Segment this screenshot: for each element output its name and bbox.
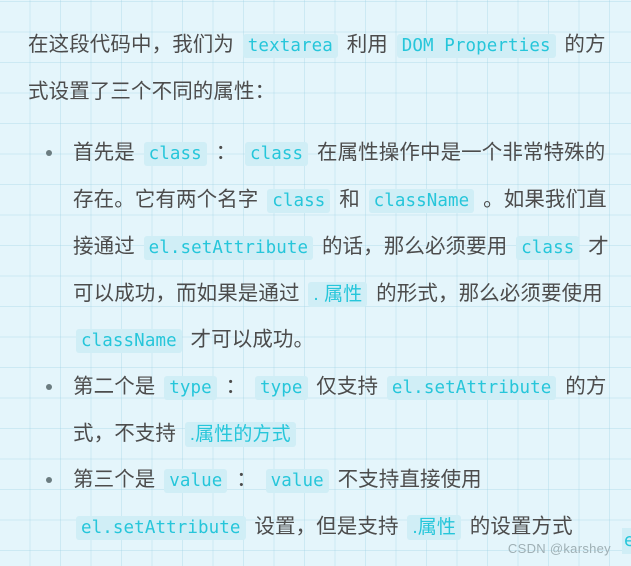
list-item: 首先是 class ： class 在属性操作中是一个非常特殊的存在。它有两个名… bbox=[46, 130, 623, 364]
bullet2-text-3: 仅支持 bbox=[316, 375, 379, 398]
bullet2-code-type-1: type bbox=[164, 376, 217, 400]
clipped-code-text: el bbox=[622, 528, 631, 554]
bullet3-code-value-2: value bbox=[265, 469, 329, 493]
bullet3-text-5: 的设置方式 bbox=[469, 515, 573, 538]
bullet2-text-1: 第二个是 bbox=[73, 375, 156, 398]
code-dom-properties: DOM Properties bbox=[396, 34, 556, 58]
bullet3-text-3: 不支持直接使用 bbox=[337, 468, 482, 491]
bullet2-code-setattribute: el.setAttribute bbox=[386, 376, 557, 400]
bullet1-code-setattribute: el.setAttribute bbox=[143, 236, 314, 260]
attribute-list: 首先是 class ： class 在属性操作中是一个非常特殊的存在。它有两个名… bbox=[28, 130, 623, 551]
list-item: 第二个是 type ： type 仅支持 el.setAttribute 的方式… bbox=[46, 364, 623, 457]
bullet3-code-dot-property: .属性 bbox=[407, 515, 461, 540]
bullet1-text-4: 和 bbox=[339, 188, 360, 211]
bullet1-code-class-1: class bbox=[143, 142, 207, 166]
bullet1-code-class-2: class bbox=[245, 142, 309, 166]
bullet1-text-6: 的话，那么必须要用 bbox=[321, 235, 508, 258]
bullet3-text-1: 第三个是 bbox=[73, 468, 156, 491]
bullet2-code-type-2: type bbox=[254, 376, 308, 400]
bullet-dot-icon bbox=[46, 477, 52, 483]
bullet1-text-2: ： bbox=[215, 141, 237, 164]
bullet1-text-9: 才可以成功。 bbox=[190, 328, 315, 351]
watermark: CSDN @karshey bbox=[507, 541, 611, 556]
bullet1-code-classname-1: className bbox=[368, 189, 475, 213]
bullet1-text-1: 首先是 bbox=[73, 141, 135, 164]
bullet3-text-2: ： bbox=[236, 468, 257, 491]
clipped-code-fragment: el bbox=[622, 528, 631, 554]
bullet2-text-2: ： bbox=[225, 375, 247, 398]
bullet1-text-8: 的形式，那么必须要使用 bbox=[376, 282, 603, 305]
intro-text-1: 在这段代码中，我们为 bbox=[28, 33, 234, 56]
bullet3-code-setattribute: el.setAttribute bbox=[76, 516, 246, 540]
code-textarea: textarea bbox=[242, 34, 338, 58]
article-canvas: 在这段代码中，我们为 textarea 利用 DOM Properties 的方… bbox=[0, 0, 631, 566]
bullet-dot-icon bbox=[46, 384, 52, 390]
bullet3-text-4: 设置，但是支持 bbox=[254, 515, 399, 538]
article-content: 在这段代码中，我们为 textarea 利用 DOM Properties 的方… bbox=[0, 0, 631, 551]
bullet-dot-icon bbox=[46, 150, 52, 156]
bullet3-code-value-1: value bbox=[164, 469, 228, 493]
bullet2-code-dot-property-way: .属性的方式 bbox=[184, 422, 296, 447]
bullet1-code-class-3: class bbox=[267, 189, 331, 213]
bullet1-code-dot-property: . 属性 bbox=[308, 282, 368, 307]
bullet1-code-class-4: class bbox=[516, 236, 580, 260]
list-item: 第三个是 value ： value 不支持直接使用 el.setAttribu… bbox=[46, 457, 623, 551]
intro-paragraph: 在这段代码中，我们为 textarea 利用 DOM Properties 的方… bbox=[28, 22, 623, 114]
intro-text-2: 利用 bbox=[346, 33, 388, 56]
bullet1-code-classname-2: className bbox=[76, 329, 182, 353]
